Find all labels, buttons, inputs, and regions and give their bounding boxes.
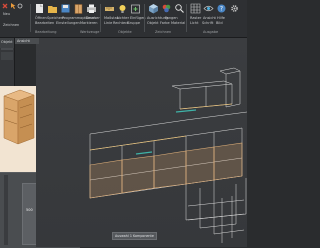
cabinet-icon[interactable] (73, 3, 84, 15)
insert-icon[interactable] (130, 3, 141, 15)
search-icon[interactable] (174, 3, 185, 15)
dimension-label: 500 (26, 208, 33, 212)
ribbon-label: Öffnen (35, 16, 47, 20)
panel-tab[interactable] (1, 52, 13, 60)
orange-cursor-icon[interactable] (10, 3, 16, 9)
ribbon-label: Drucken (86, 16, 101, 20)
ribbon-label: Markieren (80, 21, 98, 25)
ribbon-group-label: Ausgabe (203, 30, 219, 34)
print-icon[interactable] (86, 3, 97, 15)
ribbon: Neu Zeichnen Öffnen Speichern Programmop… (0, 0, 247, 38)
ribbon-label: Bearbeiten (35, 21, 55, 25)
view-icon[interactable] (203, 3, 214, 15)
ribbon-label: Ansicht (203, 16, 216, 20)
ribbon-label: Material (171, 21, 186, 25)
viewport-status-label: Auswahl 1 Komponente (115, 234, 154, 238)
ribbon-group-label: Zeichnen (155, 30, 172, 34)
ribbon-label: Schrift (202, 21, 214, 25)
light-icon[interactable] (117, 3, 128, 15)
ribbon-label: Einstellungen (56, 21, 80, 25)
object-preview (0, 86, 36, 172)
ribbon-label: Bild (216, 21, 223, 25)
ribbon-label: Licht (190, 21, 199, 25)
ribbon-label: Lichter (117, 16, 130, 20)
save-icon[interactable] (60, 3, 71, 15)
ribbon-label: Zeichnen (3, 23, 20, 27)
ribbon-label: Gruppe (127, 21, 140, 25)
settings-icon[interactable] (229, 3, 240, 15)
new-file-icon[interactable] (34, 3, 45, 15)
help-icon[interactable]: ? (216, 3, 227, 15)
viewport-tab-label: Ansicht (17, 39, 30, 43)
object-panel-header: Objekt (0, 38, 14, 48)
ribbon-label: Farbe (160, 21, 170, 25)
panel-scrollbar[interactable] (4, 175, 8, 245)
ribbon-group-label: Werkzeuge (80, 30, 100, 34)
grid-icon[interactable] (190, 3, 201, 15)
ribbon-group-label: Objekte (118, 30, 132, 34)
viewport-status: Auswahl 1 Komponente (112, 232, 157, 240)
red-cross-icon[interactable] (2, 3, 8, 9)
object-icon[interactable] (148, 3, 159, 15)
ribbon-group-label: Bearbeitung (35, 30, 57, 34)
ribbon-label: Neu (3, 12, 10, 16)
ribbon-label: Raster (190, 16, 202, 20)
ribbon-label: Objekt (147, 21, 159, 25)
panel-header-label: Objekt (1, 40, 13, 44)
ribbon-label: Fangen (165, 16, 178, 20)
kitchen-wireframe[interactable] (36, 38, 247, 247)
color-icon[interactable] (161, 3, 172, 15)
ribbon-label: Hilfe (217, 16, 225, 20)
folder-icon[interactable] (47, 3, 58, 15)
ribbon-label: Linie (104, 21, 113, 25)
cabinet-preview-graphic (3, 89, 35, 145)
svg-text:?: ? (220, 6, 223, 13)
ruler-icon[interactable] (104, 3, 115, 15)
rotate-icon[interactable] (17, 3, 23, 9)
